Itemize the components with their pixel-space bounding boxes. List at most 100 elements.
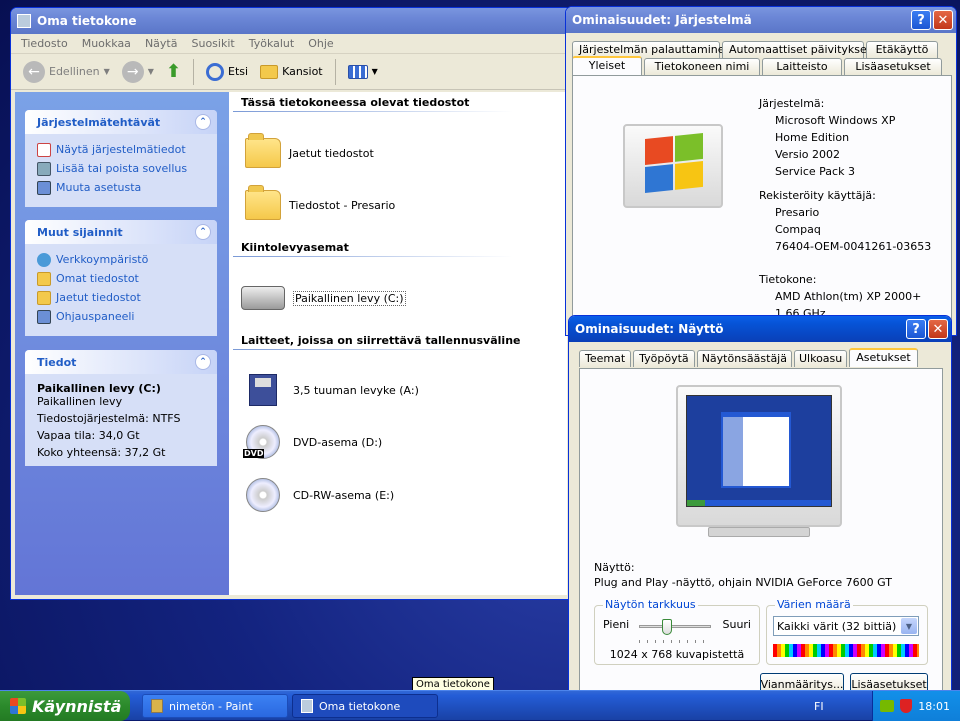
- views-button[interactable]: ▼: [344, 58, 382, 86]
- place-my-documents[interactable]: Omat tiedostot: [25, 269, 217, 288]
- system-tray: 18:01: [872, 691, 960, 721]
- troubleshoot-button[interactable]: Vianmääritys...: [760, 673, 844, 690]
- taskbar-button-label: nimetön - Paint: [169, 699, 253, 713]
- group-removable-header: Laitteet, joissa on siirrettävä tallennu…: [241, 334, 521, 347]
- collapse-icon[interactable]: ⌃: [195, 354, 211, 370]
- close-button[interactable]: ✕: [928, 319, 948, 339]
- cdrw-drive-e[interactable]: CD-RW-asema (E:): [241, 478, 394, 512]
- place-network[interactable]: Verkkoympäristö: [25, 250, 217, 269]
- tab-computer-name[interactable]: Tietokoneen nimi: [644, 58, 760, 75]
- details-free-space: Vapaa tila: 34,0 Gt: [37, 429, 140, 442]
- chevron-down-icon: ▼: [371, 67, 378, 76]
- taskbar-paint-button[interactable]: nimetön - Paint: [142, 694, 288, 718]
- file-list: Tässä tietokoneessa olevat tiedostot Jae…: [229, 92, 567, 595]
- task-change-setting[interactable]: Muuta asetusta: [25, 178, 217, 197]
- add-remove-icon: [37, 161, 51, 176]
- menu-view[interactable]: Näytä: [145, 37, 178, 50]
- language-indicator[interactable]: FI: [814, 700, 824, 713]
- display-properties-titlebar[interactable]: Ominaisuudet: Näyttö ? ✕: [569, 316, 951, 342]
- security-shield-icon[interactable]: [900, 699, 913, 713]
- back-arrow-icon: ←: [23, 60, 45, 83]
- start-button[interactable]: Käynnistä: [0, 691, 130, 721]
- registered-user: Presario: [775, 206, 820, 219]
- explorer-window: Oma tietokone Tiedosto Muokkaa Näytä Suo…: [10, 7, 572, 600]
- registered-org: Compaq: [775, 223, 821, 236]
- tab-automatic-updates[interactable]: Automaattiset päivitykset: [722, 41, 871, 58]
- forward-button[interactable]: → ▼: [118, 58, 158, 86]
- menu-favorites[interactable]: Suosikit: [191, 37, 234, 50]
- place-label: Omat tiedostot: [56, 272, 139, 285]
- resolution-low-label: Pieni: [603, 618, 630, 631]
- shared-files-folder[interactable]: Jaetut tiedostot: [245, 133, 374, 168]
- up-button[interactable]: ⬆: [162, 58, 185, 86]
- explorer-titlebar[interactable]: Oma tietokone: [11, 8, 571, 34]
- menu-file[interactable]: Tiedosto: [21, 37, 68, 50]
- tab-themes[interactable]: Teemat: [579, 350, 632, 367]
- dvd-drive-d[interactable]: DVD DVD-asema (D:): [241, 425, 382, 459]
- details-total-size: Koko yhteensä: 37,2 Gt: [37, 446, 166, 459]
- tab-desktop[interactable]: Työpöytä: [633, 350, 695, 367]
- task-add-remove-programs[interactable]: Lisää tai poista sovellus: [25, 159, 217, 178]
- menu-bar: Tiedosto Muokkaa Näytä Suosikit Työkalut…: [11, 34, 571, 54]
- place-label: Verkkoympäristö: [56, 253, 149, 266]
- system-label: Järjestelmä:: [759, 97, 825, 110]
- place-shared-docs[interactable]: Jaetut tiedostot: [25, 288, 217, 307]
- group-divider: [233, 349, 513, 350]
- tab-advanced[interactable]: Lisäasetukset: [844, 58, 942, 75]
- other-places-header[interactable]: Muut sijainnit ⌃: [25, 220, 217, 244]
- task-view-system-info[interactable]: Näytä järjestelmätiedot: [25, 140, 217, 159]
- resolution-value: 1024 x 768 kuvapistettä: [609, 648, 745, 661]
- details-filesystem: Tiedostojärjestelmä: NTFS: [37, 412, 181, 425]
- slider-thumb[interactable]: [661, 619, 672, 635]
- collapse-icon[interactable]: ⌃: [195, 224, 211, 240]
- advanced-button[interactable]: Lisäasetukset: [850, 673, 928, 690]
- close-button[interactable]: ✕: [933, 10, 953, 30]
- control-panel-icon: [37, 309, 51, 324]
- monitor-stand: [708, 527, 810, 537]
- product-id: 76404-OEM-0041261-03653: [775, 240, 932, 253]
- task-label: Näytä järjestelmätiedot: [56, 143, 186, 156]
- tab-hardware[interactable]: Laitteisto: [762, 58, 842, 75]
- tab-general[interactable]: Yleiset: [572, 56, 642, 75]
- tab-screensaver[interactable]: Näytönsäästäjä: [696, 350, 792, 367]
- taskbar: Käynnistä nimetön - Paint Oma tietokone …: [0, 690, 960, 721]
- folder-icon: [245, 133, 281, 168]
- folders-button[interactable]: Kansiot: [256, 58, 327, 86]
- help-button[interactable]: ?: [906, 319, 926, 339]
- place-label: Jaetut tiedostot: [56, 291, 141, 304]
- tab-settings[interactable]: Asetukset: [849, 348, 918, 367]
- color-quality-select[interactable]: Kaikki värit (32 bittiä) ▼: [773, 616, 919, 636]
- place-label: Ohjauspaneeli: [56, 310, 135, 323]
- collapse-icon[interactable]: ⌃: [195, 114, 211, 130]
- local-disk-c[interactable]: Paikallinen levy (C:): [241, 286, 406, 310]
- floppy-drive-a[interactable]: 3,5 tuuman levyke (A:): [241, 374, 419, 406]
- tab-remote[interactable]: Etäkäyttö: [866, 41, 938, 58]
- os-name: Microsoft Windows XP: [775, 114, 896, 127]
- system-properties-titlebar[interactable]: Ominaisuudet: Järjestelmä ? ✕: [566, 7, 956, 33]
- search-button[interactable]: Etsi: [202, 58, 252, 86]
- resolution-slider[interactable]: [639, 619, 711, 635]
- details-header[interactable]: Tiedot ⌃: [25, 350, 217, 374]
- taskbar-my-computer-button[interactable]: Oma tietokone: [292, 694, 438, 718]
- menu-help[interactable]: Ohje: [308, 37, 333, 50]
- chevron-down-icon[interactable]: ▼: [901, 618, 917, 634]
- details-title: Tiedot: [37, 355, 77, 369]
- back-button[interactable]: ← Edellinen ▼: [19, 58, 114, 86]
- presario-files-folder[interactable]: Tiedostot - Presario: [245, 185, 395, 220]
- group-drives-header: Kiintolevyasemat: [241, 241, 349, 254]
- help-button[interactable]: ?: [911, 10, 931, 30]
- nvidia-icon[interactable]: [880, 700, 895, 712]
- folder-icon: [245, 185, 281, 220]
- start-label: Käynnistä: [32, 696, 122, 716]
- tab-appearance[interactable]: Ulkoasu: [793, 350, 848, 367]
- menu-edit[interactable]: Muokkaa: [82, 37, 131, 50]
- clock[interactable]: 18:01: [918, 700, 950, 713]
- folder-up-icon: ⬆: [165, 61, 181, 82]
- group-files-header: Tässä tietokoneessa olevat tiedostot: [241, 96, 470, 109]
- os-service-pack: Service Pack 3: [775, 165, 855, 178]
- system-tasks-header[interactable]: Järjestelmätehtävät ⌃: [25, 110, 217, 134]
- menu-tools[interactable]: Työkalut: [249, 37, 295, 50]
- place-control-panel[interactable]: Ohjauspaneeli: [25, 307, 217, 326]
- toolbar-separator: [334, 58, 336, 85]
- computer-icon: [17, 14, 31, 28]
